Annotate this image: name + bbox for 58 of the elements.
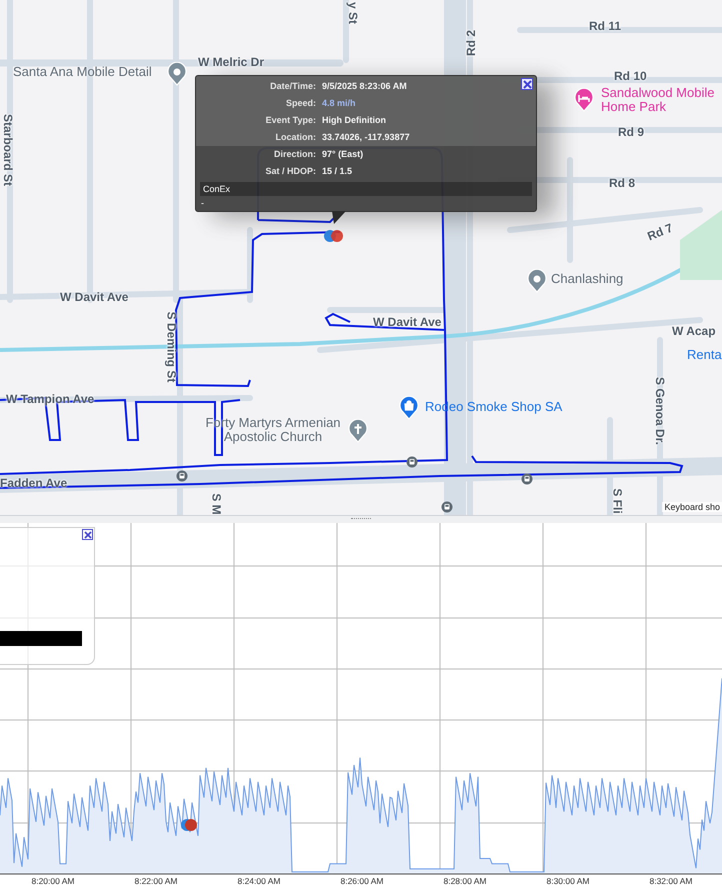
axis-tick-label: 8:22:00 AM: [134, 876, 178, 886]
field-label: Sat / HDOP:: [264, 165, 316, 178]
place-label: Renta: [687, 348, 722, 362]
bus-stop-icon: [406, 456, 418, 468]
bed-pin-icon[interactable]: [574, 88, 594, 112]
street-label: S Fli: [610, 488, 625, 514]
axis-tick-label: 8:20:00 AM: [32, 876, 74, 886]
park-area: [680, 210, 722, 280]
field-value: 33.74026, -117.93877: [322, 131, 410, 144]
field-label: Date/Time:: [269, 80, 316, 93]
field-value: 97° (East): [322, 148, 364, 161]
section-header: ConEx: [200, 182, 532, 196]
field-label: Direction:: [272, 148, 316, 161]
street-label: W Davit Ave: [60, 290, 128, 304]
axis-tick-label: 8:28:00 AM: [444, 876, 486, 886]
street-label: S Deming St: [164, 312, 178, 382]
street-label: W Melric Dr: [198, 55, 264, 69]
street-label: S Genoa Dr.: [653, 376, 668, 446]
place-label: Santa Ana Mobile Detail: [13, 65, 152, 79]
field-value: 9/5/2025 8:23:06 AM: [322, 80, 408, 93]
bus-stop-icon: [176, 470, 188, 482]
place-label: Chanlashing: [551, 272, 624, 286]
axis-tick-label: 8:24:00 AM: [238, 876, 280, 886]
section-value: -: [200, 197, 205, 210]
street-label: Rd 7: [645, 220, 675, 244]
street-label: W Acap: [672, 324, 716, 338]
close-button[interactable]: [82, 529, 93, 540]
position-marker-icon: [181, 819, 197, 831]
shopping-bag-pin-icon[interactable]: [399, 396, 419, 420]
street-label: y St: [346, 2, 360, 24]
field-value: 4.8 mi/h: [322, 97, 357, 110]
place-pin-icon[interactable]: [527, 269, 547, 293]
axis-tick-label: 8:32:00 AM: [650, 876, 692, 886]
keyboard-shortcuts-link[interactable]: Keyboard sho: [662, 502, 722, 512]
close-icon: [84, 530, 92, 538]
place-label: Sandalwood Mobile Home Park: [601, 86, 716, 114]
field-label: Location:: [274, 131, 316, 144]
field-value: High Definition: [322, 114, 387, 127]
street-label: S M: [210, 493, 224, 515]
axis-tick-label: 8:30:00 AM: [546, 876, 590, 886]
close-icon: [522, 80, 532, 88]
street-label: W Davit Ave: [373, 315, 442, 329]
resize-handle[interactable]: [0, 515, 722, 523]
street-label: Rd 9: [618, 125, 644, 139]
cross-pin-icon[interactable]: [348, 419, 368, 443]
field-label: Speed:: [284, 97, 316, 110]
field-label: Event Type:: [264, 114, 316, 127]
street-label: Rd 2: [464, 30, 478, 56]
place-pin-icon[interactable]: [167, 62, 187, 86]
field-value: 15 / 1.5: [322, 165, 354, 178]
street-label: Rd 11: [589, 19, 622, 33]
street-label: Rd 10: [614, 69, 647, 83]
street-label: Starboard St: [1, 114, 15, 186]
close-button[interactable]: [521, 78, 533, 90]
bus-stop-icon: [521, 473, 533, 485]
axis-tick-label: 8:26:00 AM: [340, 876, 384, 886]
street-label: Rd 8: [609, 176, 636, 190]
position-marker-icon: [323, 229, 345, 243]
